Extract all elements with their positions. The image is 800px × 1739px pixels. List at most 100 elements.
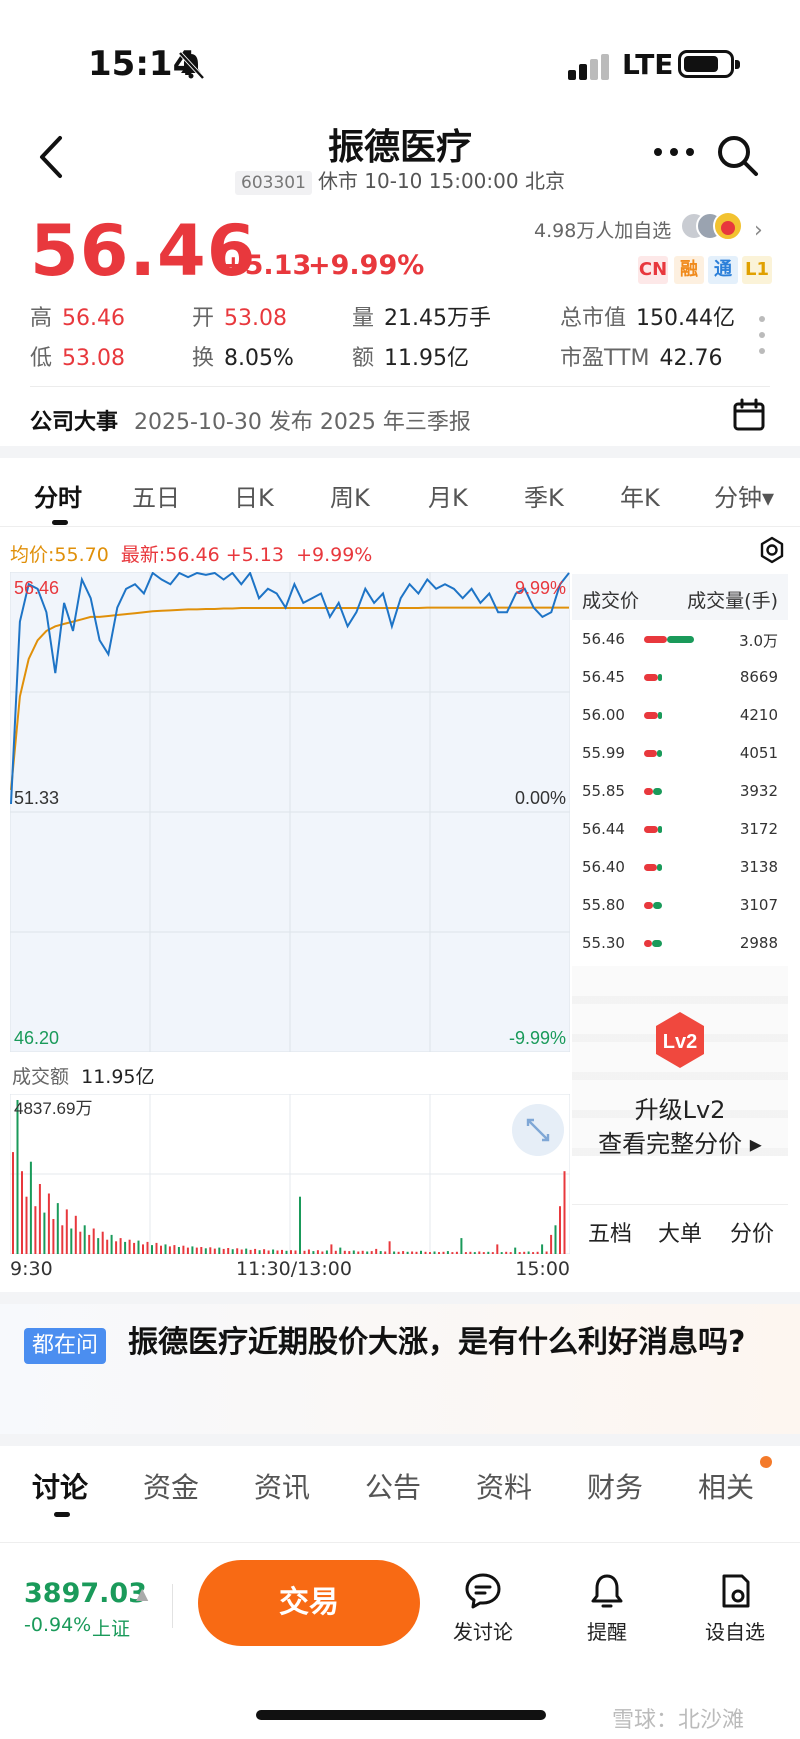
trade-price: 56.44 bbox=[582, 820, 625, 838]
price-change-pct: +9.99% bbox=[308, 250, 425, 281]
volume-bar bbox=[334, 1250, 337, 1254]
volume-bar bbox=[213, 1248, 216, 1254]
volume-bar bbox=[218, 1247, 221, 1254]
buy-share-bar bbox=[644, 750, 657, 757]
vertical-more-icon[interactable] bbox=[758, 314, 766, 356]
add-watchlist-button[interactable]: 设自选 bbox=[690, 1572, 780, 1644]
volume-bar bbox=[182, 1245, 185, 1254]
volume-bar bbox=[249, 1249, 252, 1254]
trade-price: 55.30 bbox=[582, 934, 625, 952]
index-value[interactable]: 3897.03 bbox=[24, 1578, 147, 1609]
volume-bar bbox=[74, 1215, 77, 1254]
volume-bar bbox=[339, 1247, 342, 1254]
svg-text:Lv2: Lv2 bbox=[663, 1031, 697, 1053]
tab-five-day[interactable]: 五日 bbox=[132, 478, 180, 513]
tab-monthly-k[interactable]: 月K bbox=[428, 478, 468, 513]
volume-bar bbox=[563, 1171, 566, 1254]
volume-bar bbox=[83, 1225, 86, 1254]
company-event[interactable]: 公司大事 2025-10-30 发布 2025 年三季报 bbox=[30, 404, 471, 436]
volume-bar bbox=[70, 1228, 73, 1254]
volume-bar bbox=[133, 1242, 136, 1254]
volume-bar bbox=[464, 1252, 467, 1254]
trade-button[interactable]: 交易 bbox=[198, 1560, 420, 1646]
ask-question[interactable]: 振德医疗近期股价大涨，是有什么利好消息吗? bbox=[24, 1320, 764, 1366]
tab-big-orders[interactable]: 大单 bbox=[658, 1216, 702, 1248]
volume-bar bbox=[370, 1251, 373, 1254]
volume-bar bbox=[16, 1100, 19, 1254]
tab-financials[interactable]: 财务 bbox=[587, 1466, 643, 1506]
lv2-badge-icon: Lv2 bbox=[656, 1012, 704, 1068]
tab-daily-k[interactable]: 日K bbox=[234, 478, 274, 513]
tab-weekly-k[interactable]: 周K bbox=[330, 478, 370, 513]
volume-bar bbox=[473, 1252, 476, 1254]
tab-profile[interactable]: 资料 bbox=[476, 1466, 532, 1506]
sell-share-bar bbox=[656, 864, 662, 871]
trade-price: 55.85 bbox=[582, 782, 625, 800]
market-status: 休市 10-10 15:00:00 北京 bbox=[317, 169, 565, 193]
divider bbox=[30, 386, 770, 387]
volume-bar bbox=[455, 1251, 458, 1254]
expand-icon[interactable] bbox=[512, 1104, 564, 1156]
volume-bar bbox=[397, 1251, 400, 1254]
intraday-price-chart[interactable]: 56.46 9.99% 51.33 0.00% 46.20 -9.99% bbox=[10, 572, 570, 1052]
tag-connect: 通 bbox=[708, 256, 738, 284]
tab-minute[interactable]: 分钟▾ bbox=[714, 478, 774, 513]
tab-announcements[interactable]: 公告 bbox=[365, 1466, 421, 1506]
divider bbox=[172, 1584, 173, 1628]
follower-count[interactable]: 4.98万人加自选 bbox=[534, 216, 671, 243]
tab-funds[interactable]: 资金 bbox=[143, 1466, 199, 1506]
lv2-title[interactable]: 升级Lv2 bbox=[572, 1090, 788, 1125]
tab-quarterly-k[interactable]: 季K bbox=[524, 478, 564, 513]
more-icon[interactable] bbox=[652, 140, 696, 164]
volume-bar bbox=[285, 1250, 288, 1254]
volume-bar bbox=[482, 1252, 485, 1254]
x-tick-end: 15:00 bbox=[515, 1258, 570, 1280]
volume-bar bbox=[460, 1238, 463, 1254]
tab-price-dist[interactable]: 分价 bbox=[730, 1216, 774, 1248]
volume-bar bbox=[61, 1225, 64, 1254]
volume-bar bbox=[402, 1251, 405, 1254]
volume-bar bbox=[267, 1250, 270, 1254]
buy-share-bar bbox=[644, 674, 658, 681]
volume-chart[interactable]: 4837.69万 bbox=[10, 1094, 570, 1254]
volume-bar bbox=[43, 1212, 46, 1254]
search-icon[interactable] bbox=[714, 132, 760, 178]
volume-bar bbox=[325, 1250, 328, 1254]
volume-bar bbox=[469, 1251, 472, 1254]
alert-button[interactable]: 提醒 bbox=[562, 1572, 652, 1644]
calendar-icon[interactable] bbox=[732, 398, 766, 432]
volume-bar bbox=[312, 1251, 315, 1254]
pct-tick-mid: 0.00% bbox=[515, 788, 566, 808]
trade-volume: 3172 bbox=[739, 820, 778, 838]
tab-five-levels[interactable]: 五档 bbox=[588, 1216, 632, 1248]
volume-bar bbox=[281, 1249, 283, 1254]
tab-intraday[interactable]: 分时 bbox=[34, 478, 82, 513]
volume-bar bbox=[29, 1161, 32, 1254]
volume-bar bbox=[137, 1240, 140, 1254]
volume-bar bbox=[491, 1252, 494, 1254]
volume-bar bbox=[195, 1247, 198, 1254]
volume-bar bbox=[209, 1247, 212, 1254]
x-tick-mid: 11:30/13:00 bbox=[236, 1258, 352, 1280]
lv2-subtitle[interactable]: 查看完整分价 ▸ bbox=[572, 1124, 788, 1159]
tab-yearly-k[interactable]: 年K bbox=[620, 478, 660, 513]
post-discussion-button[interactable]: 发讨论 bbox=[438, 1572, 528, 1644]
volume-bar bbox=[101, 1231, 104, 1254]
volume-bar bbox=[186, 1247, 189, 1254]
volume-bar bbox=[550, 1234, 553, 1254]
volume-bar bbox=[532, 1252, 535, 1254]
follower-avatars[interactable] bbox=[680, 210, 748, 242]
tab-discussion[interactable]: 讨论 bbox=[32, 1466, 88, 1506]
volume-bar bbox=[231, 1249, 234, 1254]
volume-bar bbox=[343, 1250, 346, 1254]
volume-bar bbox=[316, 1250, 319, 1254]
tab-related[interactable]: 相关 bbox=[698, 1466, 754, 1506]
gear-icon[interactable] bbox=[758, 536, 786, 564]
chevron-right-icon[interactable]: › bbox=[754, 218, 763, 243]
volume-bar bbox=[142, 1244, 144, 1254]
tab-news[interactable]: 资讯 bbox=[254, 1466, 310, 1506]
volume-bar bbox=[424, 1251, 427, 1254]
pct-tick-top: 9.99% bbox=[515, 578, 566, 598]
volume-bar bbox=[47, 1193, 50, 1254]
volume-bar bbox=[25, 1196, 28, 1254]
